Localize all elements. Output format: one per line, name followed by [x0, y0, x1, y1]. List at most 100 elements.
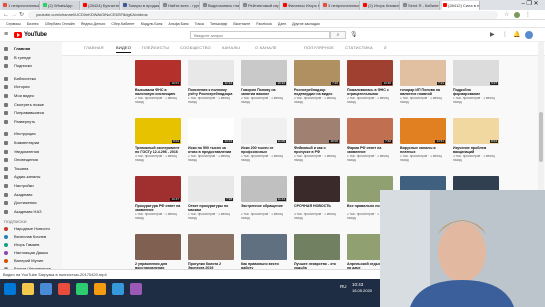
- sidebar-item[interactable]: Мои видео: [4, 92, 34, 100]
- forward-icon[interactable]: →: [11, 11, 17, 19]
- sidebar-item[interactable]: Подписки: [4, 62, 32, 70]
- video-title[interactable]: Фирма РФ ответ на заявление: [347, 146, 393, 154]
- sidebar-item[interactable]: Комментарии: [4, 139, 39, 147]
- channel-tab[interactable]: СООБЩЕСТВО: [180, 45, 211, 50]
- create-video-icon[interactable]: ▶: [490, 31, 495, 39]
- telegram-icon[interactable]: [112, 283, 124, 295]
- sidebar-item[interactable]: Смотреть позже: [4, 101, 44, 109]
- bookmark-item[interactable]: Яндекс.Деньги: [81, 20, 106, 27]
- sidebar-item[interactable]: История: [4, 83, 30, 91]
- video-thumbnail[interactable]: 11:44: [241, 176, 287, 202]
- video-thumbnail[interactable]: 8:04: [453, 118, 499, 144]
- sidebar-item[interactable]: Главная: [4, 45, 30, 53]
- video-title[interactable]: 2 упражнения для восстановления: [135, 262, 181, 269]
- video-title[interactable]: гонорар ИП Попова на является главной: [400, 88, 446, 96]
- video-title[interactable]: Экстренное обращение: [241, 204, 287, 212]
- menu-icon[interactable]: ⋮: [525, 11, 531, 19]
- channel-tab[interactable]: СТАТИСТИКА: [345, 45, 373, 50]
- sidebar-item[interactable]: В тренде: [4, 54, 31, 62]
- search-input[interactable]: [190, 31, 330, 39]
- sidebar-item[interactable]: Настройки: [4, 182, 34, 190]
- download-item[interactable]: Видео на YouTube Загрузка в полностью-20…: [3, 272, 107, 277]
- reload-icon[interactable]: ↻: [19, 11, 24, 19]
- video-title[interactable]: Лучшее лекарство - это ходьба: [294, 262, 340, 269]
- whatsapp-icon[interactable]: [76, 283, 88, 295]
- video-title[interactable]: Как правильно вести работу: [241, 262, 287, 269]
- apps-icon[interactable]: ⋮: [502, 31, 508, 39]
- bookmark-item[interactable]: Бизнес: [27, 20, 39, 27]
- sidebar-item[interactable]: Академия: [4, 191, 32, 199]
- bookmark-item[interactable]: Дзен: [278, 20, 286, 27]
- account-avatar[interactable]: [525, 31, 533, 39]
- browser-tab[interactable]: (2) Игорь Княмин: [362, 1, 400, 10]
- star-icon[interactable]: ☆: [504, 11, 509, 19]
- bookmark-item[interactable]: Альфа Банк: [168, 20, 188, 27]
- video-title[interactable]: Прогулки болота 2 Эксперта 2019: [188, 262, 234, 269]
- video-title[interactable]: Пожаловалась в ФНС с отрицательными: [347, 88, 393, 96]
- bookmark-item[interactable]: Точка: [195, 20, 204, 27]
- subscription-item[interactable]: Игорь Гамаев: [4, 241, 39, 249]
- browser-tab[interactable]: Найти всех - группы: [162, 1, 200, 10]
- bookmark-item[interactable]: Другие закладки: [292, 20, 320, 27]
- video-thumbnail[interactable]: 5:37: [453, 60, 499, 86]
- bookmark-item[interactable]: Модуль Банк: [141, 20, 163, 27]
- video-thumbnail[interactable]: [188, 234, 234, 260]
- video-title[interactable]: Прокуратура РФ ответ на заявление: [135, 204, 181, 212]
- browser-tab[interactable]: (28412) Сила в правде - YouTube: [442, 1, 480, 10]
- channel-tab[interactable]: ПОПУЛЯРНОЕ: [304, 45, 334, 50]
- video-thumbnail[interactable]: 8:04: [135, 118, 181, 144]
- video-thumbnail[interactable]: 11:09: [241, 118, 287, 144]
- video-title[interactable]: Фейковый и как о пропуске в РФ: [294, 146, 340, 154]
- channel-tab[interactable]: О КАНАЛЕ: [255, 45, 277, 50]
- bookmark-item[interactable]: Сбербанк Онлайн: [45, 20, 75, 27]
- video-title[interactable]: Говорил Попову на занятии важное гнездов…: [241, 88, 287, 96]
- subscription-item[interactable]: Народные Новости: [4, 225, 50, 233]
- browser-tab[interactable]: 1 непрочитанный чат: [2, 1, 40, 10]
- video-thumbnail[interactable]: [135, 234, 181, 260]
- video-title[interactable]: СРОЧНАЯ НОВОСТЬ: [294, 204, 340, 212]
- video-title[interactable]: Пояснения к полному учёту Роспотребнадзо…: [188, 88, 234, 96]
- video-thumbnail[interactable]: 14:51: [400, 118, 446, 144]
- video-thumbnail[interactable]: [294, 234, 340, 260]
- browser-tab[interactable]: 3 непрочитанных чат: [322, 1, 360, 10]
- browser-tab[interactable]: Товары в продаже: [122, 1, 160, 10]
- viber-icon[interactable]: [130, 283, 142, 295]
- video-title[interactable]: Вирусные каналы в платных: [400, 146, 446, 154]
- video-thumbnail[interactable]: 7:38: [188, 176, 234, 202]
- video-thumbnail[interactable]: 7:26: [294, 60, 340, 86]
- video-thumbnail[interactable]: 10:30: [347, 60, 393, 86]
- video-thumbnail[interactable]: 10:01: [135, 60, 181, 86]
- chrome-icon[interactable]: [58, 283, 70, 295]
- hamburger-icon[interactable]: ≡: [4, 31, 8, 39]
- video-thumbnail[interactable]: 12:34: [188, 60, 234, 86]
- video-title[interactable]: Иски по 500 тысяч за отказ в предоставле…: [188, 146, 234, 154]
- browser-tab[interactable]: (28424) Бухгалтерский практикум: [82, 1, 120, 10]
- bookmark-item[interactable]: Сервисы: [6, 20, 21, 27]
- channel-tab[interactable]: ВИДЕО: [116, 45, 132, 53]
- language-indicator[interactable]: RU: [340, 284, 347, 289]
- video-thumbnail[interactable]: 7:40: [347, 118, 393, 144]
- bookmark-item[interactable]: Тинькофф: [210, 20, 227, 27]
- video-thumbnail[interactable]: 10:23: [188, 118, 234, 144]
- sidebar-item[interactable]: Академия НАЗ: [4, 208, 41, 216]
- windows-start-icon[interactable]: [4, 283, 16, 295]
- clock-time[interactable]: 10:43: [352, 282, 363, 287]
- video-thumbnail[interactable]: 18:00: [294, 118, 340, 144]
- browser-tab[interactable]: (2) WhatsApp: [42, 1, 80, 10]
- browser-tab[interactable]: Рейтинговый сериал: [242, 1, 280, 10]
- skype-icon[interactable]: [40, 283, 52, 295]
- yandex-icon[interactable]: [94, 283, 106, 295]
- video-thumbnail[interactable]: 16:32: [241, 60, 287, 86]
- browser-tab[interactable]: Видеозапись главный: [202, 1, 240, 10]
- video-title[interactable]: Подробно формирование коронавируса: [453, 88, 499, 96]
- video-thumbnail[interactable]: [294, 176, 340, 202]
- video-title[interactable]: Вызывали ФНС в налоговую инспекцию: [135, 88, 181, 96]
- bookmark-item[interactable]: Вконтакте: [233, 20, 250, 27]
- profile-avatar[interactable]: [514, 12, 520, 18]
- video-title[interactable]: Иски 200 тысяч от профсоюзных: [241, 146, 287, 154]
- scrollbar-thumb[interactable]: [539, 112, 543, 162]
- notifications-icon[interactable]: 🔔: [513, 31, 520, 39]
- channel-search-icon[interactable]: ⌕: [384, 45, 387, 51]
- window-controls[interactable]: – ❐ ✕: [515, 0, 545, 10]
- sidebar-item[interactable]: Инструкция: [4, 130, 36, 138]
